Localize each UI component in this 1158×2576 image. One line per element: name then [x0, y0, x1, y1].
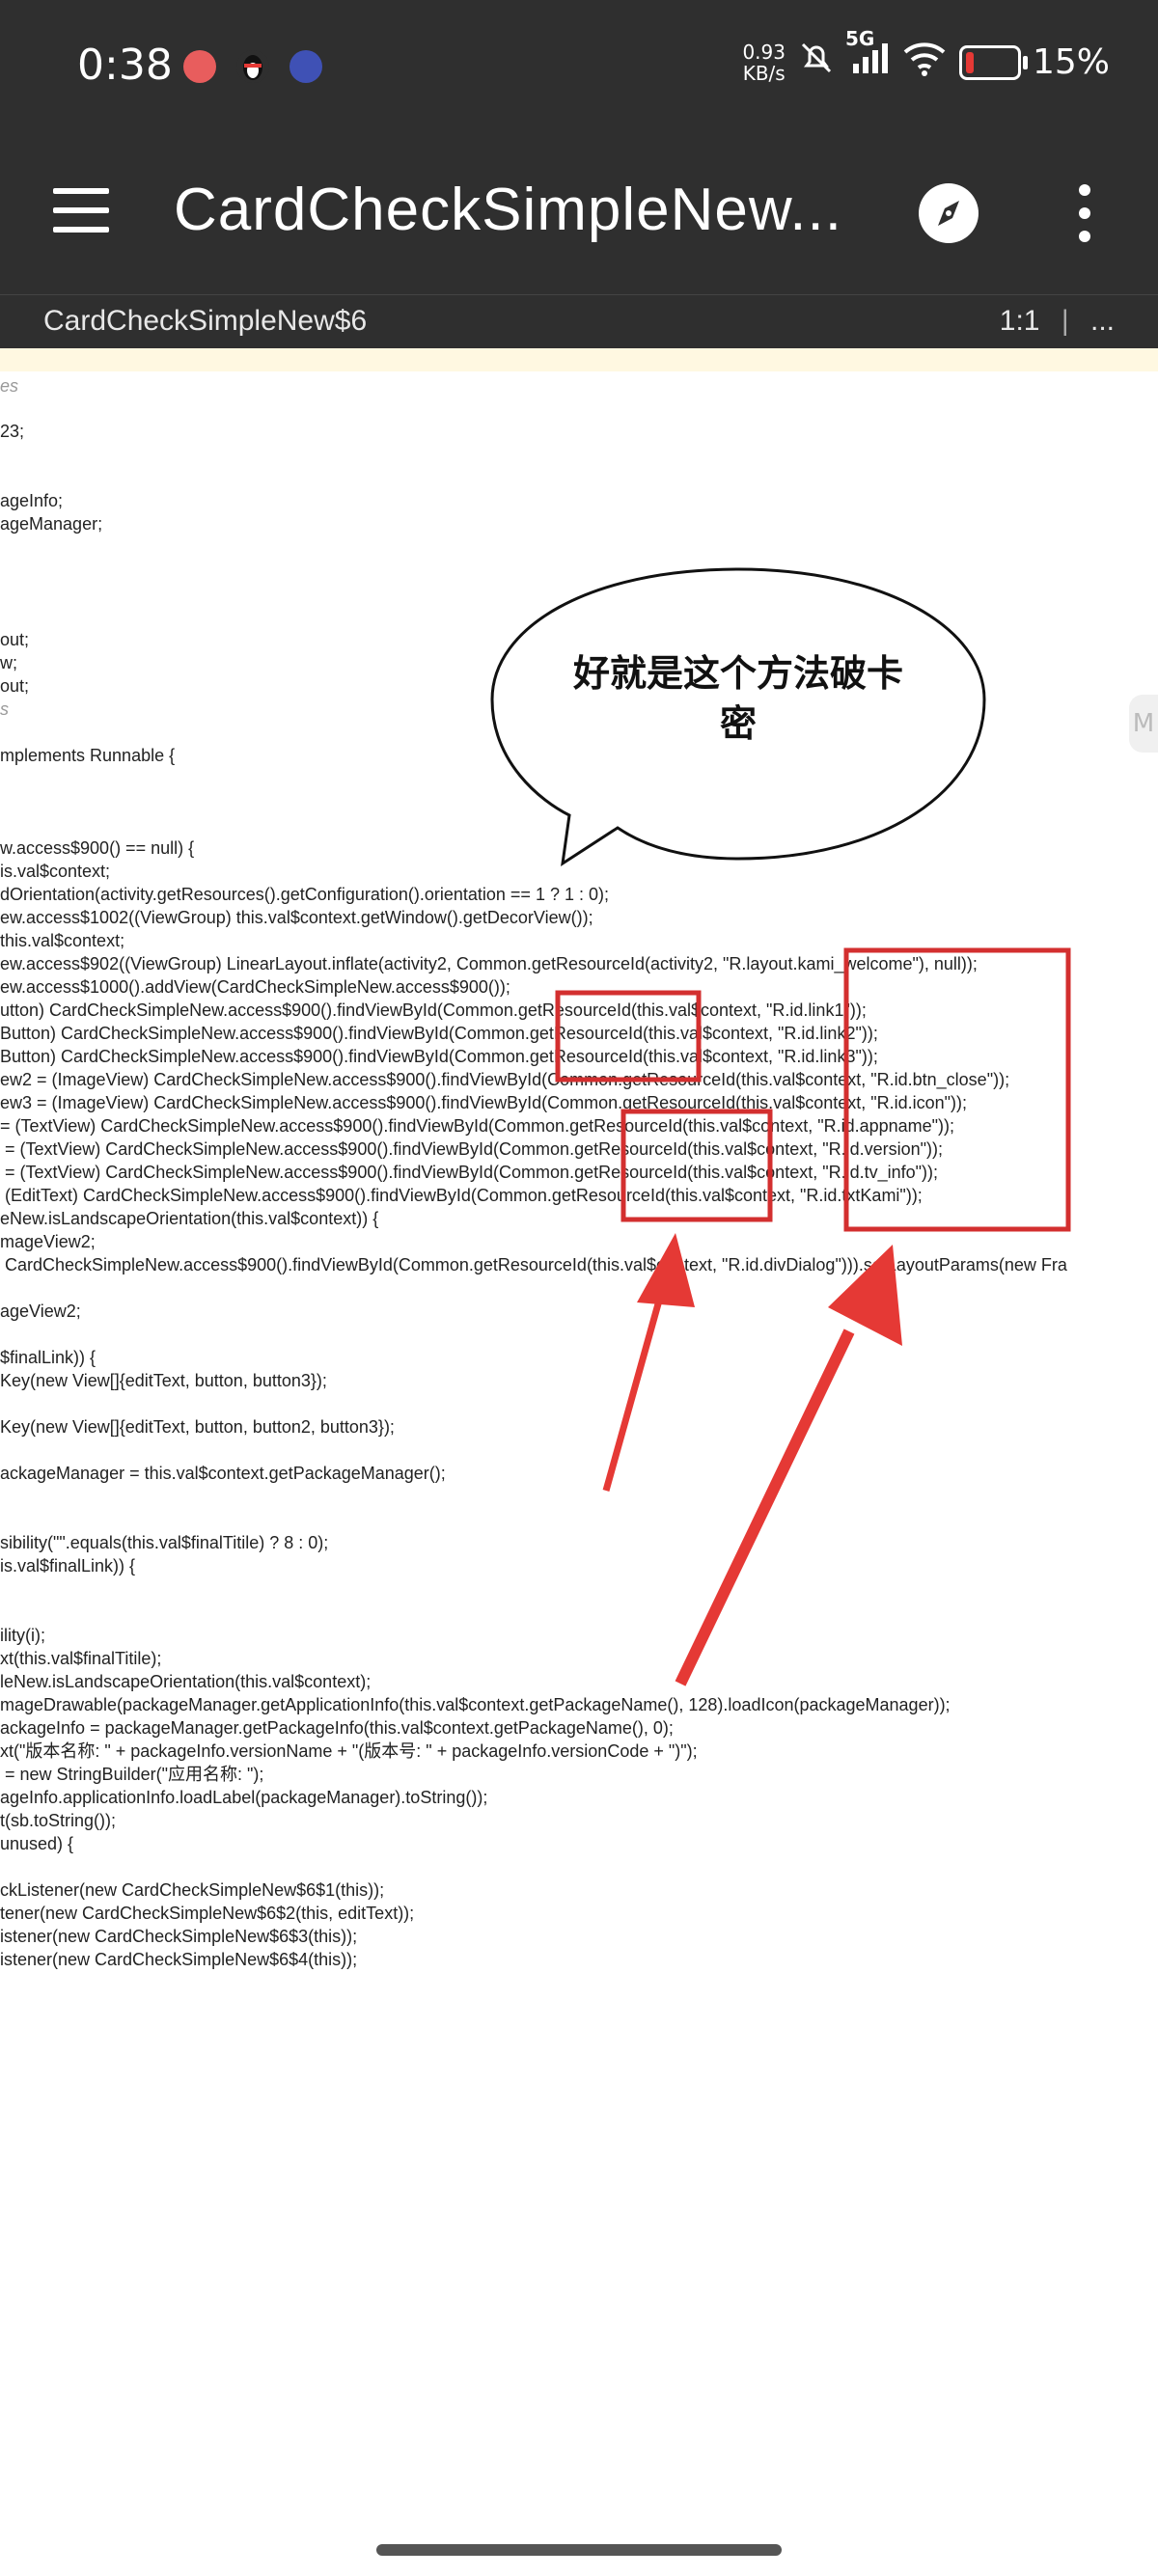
editor-header-strip: [0, 348, 1158, 371]
code-line: unused) {: [0, 1834, 74, 1853]
code-line: s: [0, 699, 9, 719]
code-line: ew2 = (ImageView) CardCheckSimpleNew.acc…: [0, 1070, 1010, 1089]
code-line: Button) CardCheckSimpleNew.access$900().…: [0, 1047, 878, 1066]
code-line: dOrientation(activity.getResources().get…: [0, 885, 609, 904]
code-line: ageManager;: [0, 514, 103, 534]
code-line: istener(new CardCheckSimpleNew$6$4(this)…: [0, 1950, 358, 1969]
tab-more[interactable]: ...: [1090, 305, 1115, 337]
code-line: ew.access$1000().addView(CardCheckSimple…: [0, 977, 510, 997]
code-line: ckListener(new CardCheckSimpleNew$6$1(th…: [0, 1880, 385, 1900]
code-line: Button) CardCheckSimpleNew.access$900().…: [0, 1024, 878, 1043]
arrow-left-shaft: [602, 1282, 668, 1492]
code-line: CardCheckSimpleNew.access$900().findView…: [0, 1255, 1067, 1274]
code-line: (EditText) CardCheckSimpleNew.access$900…: [0, 1186, 923, 1205]
arrow-right-shaft: [675, 1329, 855, 1686]
speed-value: 0.93: [742, 40, 786, 64]
file-tab-bar: CardCheckSimpleNew$6 1:1 | ...: [0, 294, 1158, 349]
annotation-overlay: [490, 567, 1071, 1686]
code-line: mageView2;: [0, 1232, 96, 1251]
code-line: xt(this.val$finalTitile);: [0, 1649, 162, 1668]
code-line: $finalLink)) {: [0, 1348, 96, 1367]
code-line: utton) CardCheckSimpleNew.access$900().f…: [0, 1000, 867, 1020]
code-line: ackageManager = this.val$context.getPack…: [0, 1464, 446, 1483]
line-col: 1:1: [999, 305, 1040, 337]
battery-icon: [958, 44, 1028, 80]
code-line: = (TextView) CardCheckSimpleNew.access$9…: [0, 1163, 939, 1182]
code-line: leNew.isLandscapeOrientation(this.val$co…: [0, 1672, 372, 1691]
code-line: ageInfo.applicationInfo.loadLabel(packag…: [0, 1788, 488, 1807]
code-line: w.access$900() == null) {: [0, 838, 195, 858]
status-bar: 0:38 0.93 KB/s 5G 15%: [0, 0, 1158, 135]
code-line: ackageInfo = packageManager.getPackageIn…: [0, 1718, 674, 1738]
code-line: istener(new CardCheckSimpleNew$6$3(this)…: [0, 1927, 358, 1946]
code-line: mplements Runnable {: [0, 746, 176, 765]
menu-icon[interactable]: [53, 188, 109, 234]
network-speed: 0.93 KB/s: [742, 41, 786, 84]
code-line: tener(new CardCheckSimpleNew$6$2(this, e…: [0, 1904, 415, 1923]
code-line: out;: [0, 676, 30, 696]
battery-fill: [965, 51, 974, 73]
bubble-line-2: 密: [719, 702, 757, 745]
code-line: ew.access$1002((ViewGroup) this.val$cont…: [0, 908, 593, 927]
tab-file-name[interactable]: CardCheckSimpleNew$6: [43, 305, 367, 338]
code-line: ew.access$902((ViewGroup) LinearLayout.i…: [0, 954, 978, 973]
code-line: = (TextView) CardCheckSimpleNew.access$9…: [0, 1116, 955, 1136]
wifi-icon: [901, 39, 948, 86]
code-line: = new StringBuilder("应用名称: ");: [0, 1765, 264, 1784]
code-line: es: [0, 376, 19, 396]
bubble-text: 好就是这个方法破卡 密: [540, 648, 936, 749]
status-time: 0:38: [77, 41, 173, 90]
code-line: is.val$finalLink)) {: [0, 1556, 136, 1576]
code-line: = (TextView) CardCheckSimpleNew.access$9…: [0, 1139, 944, 1159]
code-line: t(sb.toString());: [0, 1811, 117, 1830]
battery-percent: 15%: [1032, 42, 1110, 82]
red-app-icon: [183, 50, 216, 83]
code-line: xt("版本名称: " + packageInfo.versionName + …: [0, 1741, 698, 1761]
code-line: sibility("".equals(this.val$finalTitile)…: [0, 1533, 329, 1552]
code-line: Key(new View[]{editText, button, button2…: [0, 1417, 395, 1437]
code-line: ageView2;: [0, 1302, 81, 1321]
code-line: this.val$context;: [0, 931, 125, 950]
code-line: is.val$context;: [0, 862, 111, 881]
cursor-position: 1:1 | ...: [999, 305, 1115, 337]
more-vert-icon[interactable]: [1079, 184, 1090, 242]
code-line: ew3 = (ImageView) CardCheckSimpleNew.acc…: [0, 1093, 968, 1112]
app-title: CardCheckSimpleNew...: [174, 177, 842, 243]
home-indicator[interactable]: [376, 2544, 782, 2556]
code-line: mageDrawable(packageManager.getApplicati…: [0, 1695, 951, 1714]
code-line: ility(i);: [0, 1626, 45, 1645]
code-line: eNew.isLandscapeOrientation(this.val$con…: [0, 1209, 379, 1228]
network-type: 5G: [844, 27, 875, 50]
code-line: Key(new View[]{editText, button, button3…: [0, 1371, 327, 1390]
bubble-line-1: 好就是这个方法破卡: [572, 652, 903, 695]
edge-handle[interactable]: M: [1129, 695, 1158, 753]
code-line: out;: [0, 630, 30, 649]
mute-bell-icon: [797, 39, 836, 86]
code-line: ageInfo;: [0, 491, 64, 510]
signal-icon: 5G: [845, 27, 890, 86]
speed-unit: KB/s: [742, 61, 786, 85]
qq-penguin-icon: [236, 50, 269, 83]
code-line: 23;: [0, 422, 25, 441]
app-bar: CardCheckSimpleNew...: [0, 135, 1158, 294]
compass-icon[interactable]: [919, 183, 979, 243]
code-line: w;: [0, 653, 17, 672]
blue-swirl-icon: [290, 50, 322, 83]
